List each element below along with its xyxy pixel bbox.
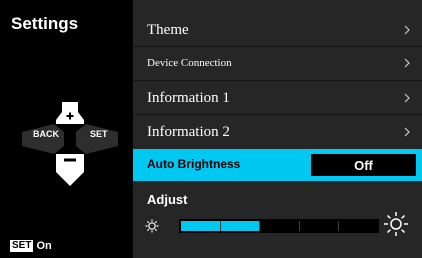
set-label: SET xyxy=(90,129,108,139)
sun-high-icon xyxy=(383,211,409,242)
dpad-icon xyxy=(22,102,118,186)
set-status: SET On xyxy=(10,240,52,252)
menu-item-information-1[interactable]: Information 1 xyxy=(133,80,422,116)
page-title: Settings xyxy=(11,14,79,33)
auto-brightness-label: Auto Brightness xyxy=(147,157,241,171)
menu-item-label: Information 1 xyxy=(147,89,230,106)
menu-item-information-2[interactable]: Information 2 xyxy=(133,114,422,150)
adjust-label: Adjust xyxy=(147,192,188,207)
chevron-right-icon xyxy=(404,127,410,137)
menu-item-label: Device Connection xyxy=(147,57,232,69)
back-label: BACK xyxy=(33,129,59,139)
slider-segment-divider xyxy=(299,221,300,231)
chevron-right-icon xyxy=(404,25,410,35)
slider-segment-divider xyxy=(259,221,260,231)
menu-item-theme[interactable]: Theme xyxy=(133,12,422,48)
menu-item-label: Theme xyxy=(147,21,189,38)
dpad: BACK SET xyxy=(20,92,120,188)
slider-segment-divider xyxy=(338,221,339,231)
screen: Settings BACK SET SET On Theme Device Co… xyxy=(0,0,422,258)
left-panel: Settings BACK SET SET On xyxy=(0,0,133,258)
menu-item-auto-brightness[interactable]: Auto Brightness Off xyxy=(133,149,422,181)
slider-segment-divider xyxy=(220,221,221,231)
brightness-slider[interactable] xyxy=(179,219,379,233)
set-status-text: On xyxy=(36,240,52,252)
set-badge: SET xyxy=(10,240,34,252)
sun-low-icon xyxy=(145,219,159,238)
auto-brightness-value[interactable]: Off xyxy=(311,154,416,176)
chevron-right-icon xyxy=(404,93,410,103)
menu-item-label: Information 2 xyxy=(147,123,230,140)
settings-menu: Theme Device Connection Information 1 In… xyxy=(133,0,422,258)
menu-item-device-connection[interactable]: Device Connection xyxy=(133,45,422,81)
chevron-right-icon xyxy=(404,58,410,68)
